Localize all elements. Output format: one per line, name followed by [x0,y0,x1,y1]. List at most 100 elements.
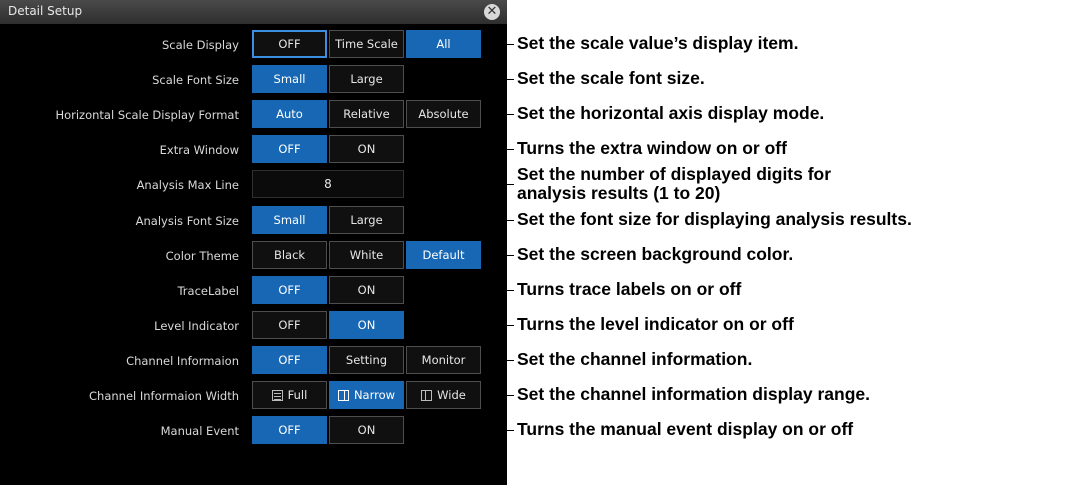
extra-window-off-button[interactable]: OFF [252,135,327,163]
setting-row-analysis-max-line: Analysis Max Line 8 [0,170,507,200]
setting-row-level-indicator: Level Indicator OFF ON [0,311,507,341]
level-indicator-on-button[interactable]: ON [329,311,404,339]
leader-line [481,395,514,396]
setting-label: Scale Display [162,38,239,52]
button-label: ON [357,142,376,156]
extra-window-on-button[interactable]: ON [329,135,404,163]
horizontal-scale-display-format-relative-button[interactable]: Relative [329,100,404,128]
tracelabel-on-button[interactable]: ON [329,276,404,304]
button-label: White [349,248,384,262]
scale-font-size-large-button[interactable]: Large [329,65,404,93]
button-label: All [436,37,451,51]
scale-display-all-button[interactable]: All [406,30,481,58]
setting-label: Scale Font Size [152,73,239,87]
annotation-1: Set the scale value’s display item. [517,33,799,53]
setting-label: Channel Informaion Width [89,389,239,403]
setting-row-scale-font-size: Scale Font Size Small Large [0,65,507,95]
close-icon[interactable]: ✕ [484,4,500,20]
button-label: Wide [437,388,466,402]
channel-informaion-width-narrow-button[interactable]: Narrow [329,381,404,409]
setting-row-tracelabel: TraceLabel OFF ON [0,276,507,306]
wide-width-icon [421,389,433,401]
button-label: Large [350,213,383,227]
annotation-6: Set the font size for displaying analysi… [517,209,912,229]
setting-row-horizontal-scale-display-format: Horizontal Scale Display Format Auto Relat… [0,100,507,130]
leader-line [481,114,514,115]
annotation-11: Set the channel information display rang… [517,384,870,404]
setting-row-color-theme: Color Theme Black White Default [0,241,507,271]
annotation-10: Set the channel information. [517,349,753,369]
button-label: Black [273,248,306,262]
leader-line [481,255,514,256]
annotation-12: Turns the manual event display on or off [517,419,854,439]
setting-row-extra-window: Extra Window OFF ON [0,135,507,165]
button-label: Absolute [418,107,469,121]
leader-line [404,79,514,80]
setting-label: Manual Event [160,424,239,438]
manual-event-on-button[interactable]: ON [329,416,404,444]
setting-row-analysis-font-size: Analysis Font Size Small Large [0,206,507,236]
button-label: ON [357,423,376,437]
analysis-font-size-small-button[interactable]: Small [252,206,327,234]
annotation-4: Turns the extra window on or off [517,138,787,158]
annotation-2: Set the scale font size. [517,68,705,88]
button-label: Setting [345,353,388,367]
scale-display-time-scale-button[interactable]: Time Scale [329,30,404,58]
button-label: OFF [278,37,301,51]
manual-event-off-button[interactable]: OFF [252,416,327,444]
annotation-8: Turns trace labels on or off [517,279,742,299]
full-width-icon [271,389,283,401]
leader-line [404,220,514,221]
detail-setup-dialog: Detail Setup ✕ Scale Display OFF Time Scal… [0,0,507,485]
channel-informaion-setting-button[interactable]: Setting [329,346,404,374]
setting-row-channel-informaion-width: Channel Informaion Width Full Narrow Wide [0,381,507,411]
leader-line [404,184,514,185]
channel-informaion-width-wide-button[interactable]: Wide [406,381,481,409]
setting-row-scale-display: Scale Display OFF Time Scale All [0,30,507,60]
setting-label: Level Indicator [154,319,239,333]
color-theme-white-button[interactable]: White [329,241,404,269]
color-theme-black-button[interactable]: Black [252,241,327,269]
dialog-title: Detail Setup [8,4,83,18]
button-label: OFF [278,423,301,437]
tracelabel-off-button[interactable]: OFF [252,276,327,304]
leader-line [404,430,514,431]
channel-informaion-monitor-button[interactable]: Monitor [406,346,481,374]
channel-informaion-width-full-button[interactable]: Full [252,381,327,409]
annotation-3: Set the horizontal axis display mode. [517,103,825,123]
channel-informaion-off-button[interactable]: OFF [252,346,327,374]
button-label: Narrow [353,388,396,402]
button-label: ON [357,318,376,332]
narrow-width-icon [337,389,349,401]
horizontal-scale-display-format-auto-button[interactable]: Auto [252,100,327,128]
scale-font-size-small-button[interactable]: Small [252,65,327,93]
setting-label: Horizontal Scale Display Format [55,108,239,122]
setting-label: Analysis Max Line [136,178,239,192]
annotation-5: Set the number of displayed digits for an… [517,164,832,203]
analysis-max-line-input[interactable]: 8 [252,170,404,198]
button-label: OFF [278,353,301,367]
scale-display-off-button[interactable]: OFF [252,30,327,58]
setting-row-manual-event: Manual Event OFF ON [0,416,507,446]
button-label: ON [357,283,376,297]
button-label: Small [273,213,306,227]
color-theme-default-button[interactable]: Default [406,241,481,269]
horizontal-scale-display-format-absolute-button[interactable]: Absolute [406,100,481,128]
setting-label: Analysis Font Size [135,214,239,228]
button-label: Time Scale [335,37,398,51]
leader-line [404,290,514,291]
annotation-9: Turns the level indicator on or off [517,314,794,334]
button-label: Default [422,248,465,262]
setting-row-channel-informaion: Channel Informaion OFF Setting Monitor [0,346,507,376]
button-label: Monitor [421,353,466,367]
button-label: Large [350,72,383,86]
level-indicator-off-button[interactable]: OFF [252,311,327,339]
button-label: Full [287,388,308,402]
analysis-font-size-large-button[interactable]: Large [329,206,404,234]
button-label: OFF [278,318,301,332]
button-label: Auto [276,107,303,121]
leader-line [481,360,514,361]
dialog-titlebar: Detail Setup ✕ [0,0,507,24]
setting-label: Color Theme [165,249,239,263]
button-label: Small [273,72,306,86]
